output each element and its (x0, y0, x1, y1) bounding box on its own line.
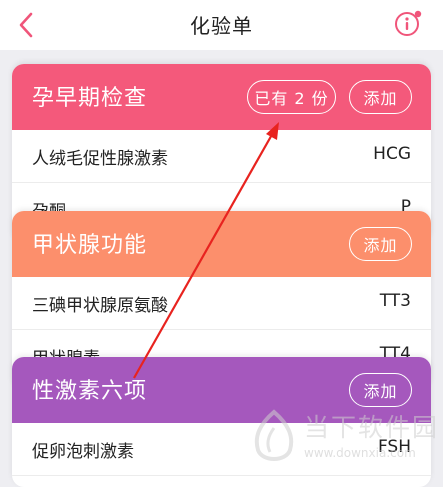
annotation-arrow (133, 122, 279, 379)
watermark: 当下软件园 www.downxia.com (246, 406, 440, 470)
watermark-logo-icon (254, 409, 294, 461)
watermark-name: 当下软件园 (304, 413, 440, 442)
watermark-url: www.downxia.com (304, 446, 416, 460)
